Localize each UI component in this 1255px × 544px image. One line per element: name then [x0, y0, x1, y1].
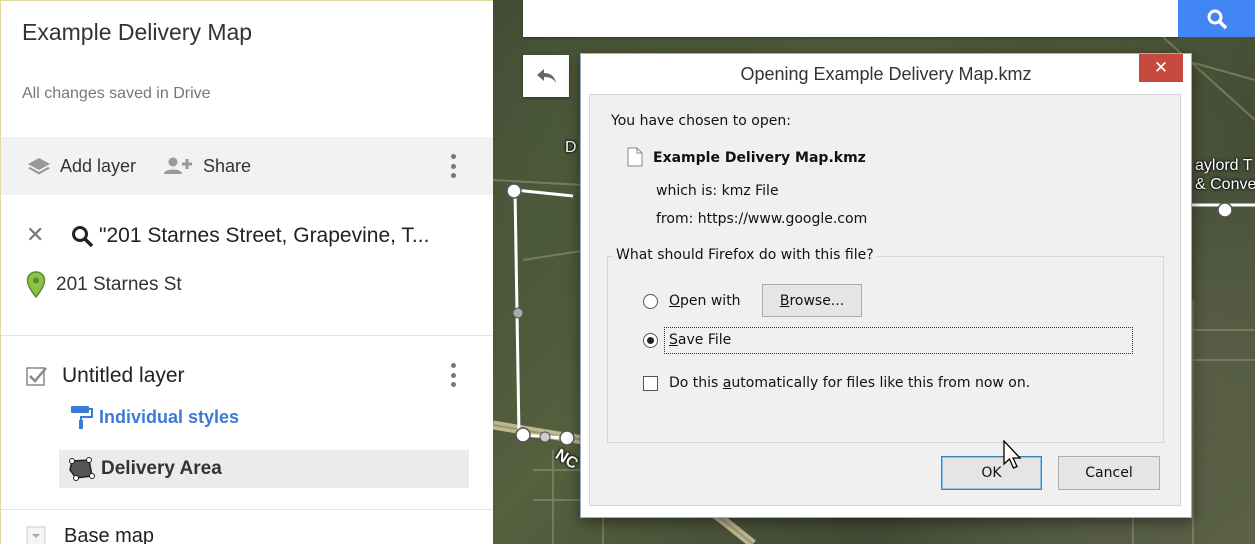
result-label: 201 Starnes St — [56, 274, 182, 295]
search-icon — [1207, 9, 1227, 29]
auto-action-checkbox[interactable] — [643, 376, 658, 391]
undo-button[interactable] — [523, 55, 569, 97]
paint-roller-icon — [71, 406, 93, 429]
auto-action-label[interactable]: Do this automatically for files like thi… — [669, 375, 1030, 391]
dialog-titlebar[interactable]: Opening Example Delivery Map.kmz ✕ — [581, 54, 1191, 94]
share-label: Share — [203, 155, 252, 176]
divider — [1, 335, 493, 336]
file-download-dialog: Opening Example Delivery Map.kmz ✕ You h… — [580, 53, 1192, 518]
search-icon — [72, 226, 94, 248]
divider — [1, 509, 493, 510]
add-layer-label: Add layer — [60, 155, 137, 176]
open-with-accesskey: O — [669, 293, 681, 309]
close-button[interactable]: ✕ — [1139, 54, 1183, 82]
base-map-header[interactable]: Base map — [26, 525, 154, 544]
save-accesskey: S — [669, 332, 678, 348]
share-button[interactable]: Share — [163, 137, 251, 195]
cancel-label: Cancel — [1085, 465, 1133, 481]
save-file-text: ave File — [677, 332, 732, 348]
map-search-button[interactable] — [1178, 0, 1255, 37]
layer-header[interactable]: Untitled layer — [26, 359, 185, 393]
save-file-radio[interactable] — [643, 333, 658, 348]
focus-ring — [664, 327, 1133, 354]
browse-button[interactable]: Browse... — [762, 284, 862, 317]
browse-label: rowse... — [789, 292, 845, 309]
auto-text-pre: Do this — [669, 375, 723, 391]
close-icon[interactable]: ✕ — [26, 222, 44, 248]
dialog-title: Opening Example Delivery Map.kmz — [740, 64, 1032, 84]
save-file-label[interactable]: Save File — [669, 332, 731, 348]
source-url: https://www.google.com — [697, 211, 868, 227]
search-result-header: ✕ "201 Starnes Street, Grapevine, T... — [1, 212, 493, 258]
open-with-label[interactable]: Open with — [669, 293, 741, 309]
search-query[interactable]: "201 Starnes Street, Grapevine, T... — [99, 224, 429, 248]
add-layer-button[interactable]: Add layer — [26, 137, 136, 195]
action-question: What should Firefox do with this file? — [613, 247, 877, 263]
map-title[interactable]: Example Delivery Map — [22, 19, 252, 46]
file-icon — [627, 147, 643, 167]
feature-label: Delivery Area — [101, 458, 222, 479]
ok-button[interactable]: OK — [941, 456, 1042, 490]
chevron-down-icon[interactable] — [26, 526, 48, 544]
individual-styles-link[interactable]: Individual styles — [69, 403, 239, 431]
map-place-label-line2: & Conver — [1195, 176, 1255, 193]
file-type-value: kmz File — [721, 183, 779, 199]
feature-item-delivery-area[interactable]: Delivery Area — [59, 450, 469, 488]
map-place-label: aylord T & Conver — [1195, 156, 1255, 194]
ok-label: OK — [981, 465, 1002, 481]
intro-text: You have chosen to open: — [611, 113, 791, 129]
source-row: from: https://www.google.com — [656, 211, 867, 227]
file-name: Example Delivery Map.kmz — [653, 150, 866, 166]
map-place-label-line1: aylord T — [1195, 157, 1253, 174]
add-person-icon — [164, 157, 192, 174]
open-with-radio[interactable] — [643, 294, 658, 309]
which-is-label: which is: — [656, 183, 718, 199]
map-road-label: D — [565, 139, 577, 156]
auto-text-post: utomatically for files like this from no… — [731, 375, 1031, 391]
layer-options-icon[interactable] — [451, 363, 457, 387]
layers-icon — [28, 158, 50, 175]
from-label: from: — [656, 211, 694, 227]
map-search-input[interactable] — [523, 0, 1178, 37]
undo-icon — [537, 69, 556, 83]
styles-label: Individual styles — [99, 406, 240, 427]
search-result-item[interactable]: 201 Starnes St — [26, 269, 182, 301]
checkbox-checked-icon[interactable] — [26, 365, 48, 387]
dialog-body: You have chosen to open: Example Deliver… — [589, 94, 1181, 506]
open-with-text: pen with — [680, 293, 741, 309]
layer-name[interactable]: Untitled layer — [62, 364, 185, 388]
map-pin-icon — [26, 271, 46, 299]
file-type-row: which is: kmz File — [656, 183, 779, 199]
polygon-icon — [69, 457, 95, 481]
browse-accesskey: B — [779, 292, 790, 309]
cancel-button[interactable]: Cancel — [1058, 456, 1160, 490]
layer-toolbar: Add layer Share — [1, 137, 493, 195]
base-map-label: Base map — [64, 525, 155, 544]
map-sidebar: Example Delivery Map All changes saved i… — [0, 0, 493, 544]
close-icon: ✕ — [1153, 58, 1169, 77]
more-options-icon[interactable] — [451, 154, 457, 178]
mouse-cursor-icon — [1003, 440, 1022, 469]
save-status: All changes saved in Drive — [22, 85, 211, 102]
